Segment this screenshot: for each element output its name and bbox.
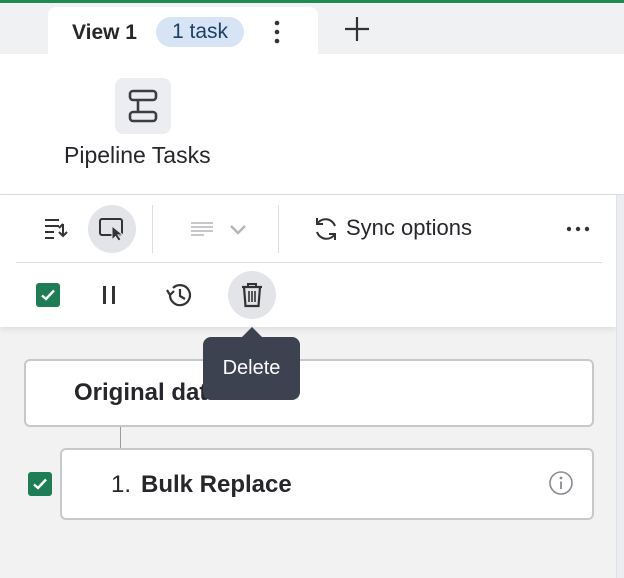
pipeline-icon [115, 78, 171, 134]
step-checkbox[interactable] [28, 472, 52, 496]
toolbar-divider [278, 205, 279, 253]
step-number: 1. [111, 471, 132, 498]
history-icon[interactable] [162, 279, 196, 311]
task-list-sync-icon[interactable] [36, 207, 76, 251]
pause-icon[interactable] [94, 279, 124, 311]
tab-more-vertical-icon[interactable] [266, 16, 288, 48]
toolbar-divider [152, 205, 153, 253]
text-align-icon[interactable] [184, 213, 220, 245]
add-tab-plus-icon[interactable] [336, 13, 378, 45]
select-all-checkbox[interactable] [36, 283, 60, 307]
page-title: Pipeline Tasks [64, 142, 211, 168]
tooltip-arrow [242, 327, 262, 337]
sync-options-button[interactable]: Sync options [346, 215, 472, 241]
sync-icon[interactable] [310, 213, 342, 245]
tab-title: View 1 [72, 21, 137, 44]
step-card[interactable]: 1. Bulk Replace [60, 448, 594, 520]
pipeline-connector [120, 427, 121, 448]
info-icon[interactable] [548, 470, 574, 496]
tab-view-1[interactable]: View 1 1 task [48, 7, 318, 54]
dataset-card[interactable]: Original dataset [24, 359, 594, 427]
chevron-down-icon[interactable] [226, 213, 250, 245]
delete-tooltip: Delete [203, 337, 300, 400]
task-count-badge: 1 task [156, 17, 245, 47]
pipeline-header: Pipeline Tasks [0, 54, 624, 195]
toolbar-panel: Sync options [0, 195, 616, 327]
tab-bar: View 1 1 task [0, 3, 624, 54]
right-scroll-edge [616, 195, 624, 578]
toolbar-divider [16, 262, 602, 263]
trash-icon[interactable] [228, 271, 276, 319]
more-horizontal-icon[interactable] [562, 213, 594, 245]
select-cursor-icon[interactable] [88, 205, 136, 253]
step-name: Bulk Replace [141, 471, 292, 498]
